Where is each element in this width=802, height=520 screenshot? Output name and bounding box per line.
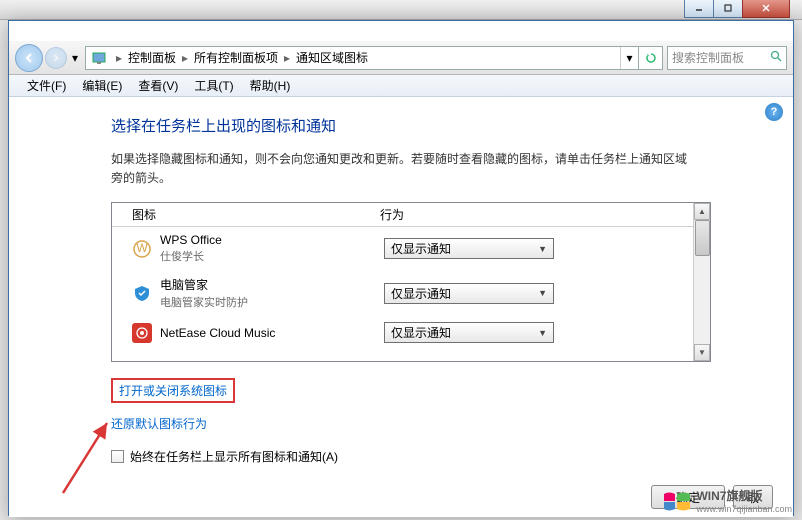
address-dropdown[interactable]: ▾	[620, 47, 638, 69]
menu-help[interactable]: 帮助(H)	[242, 75, 299, 96]
always-show-checkbox[interactable]	[111, 450, 124, 463]
app-name: 电脑管家	[160, 276, 384, 293]
behavior-select[interactable]: 仅显示通知▼	[384, 322, 554, 343]
link-restore-defaults[interactable]: 还原默认图标行为	[111, 415, 207, 432]
behavior-select[interactable]: 仅显示通知▼	[384, 238, 554, 259]
back-button[interactable]	[15, 44, 43, 72]
table-row: W WPS Office 仕俊学长 仅显示通知▼	[112, 227, 710, 270]
vertical-scrollbar[interactable]: ▲ ▼	[693, 203, 710, 361]
breadcrumb[interactable]: 通知区域图标	[294, 47, 370, 69]
page-description: 如果选择隐藏图标和通知，则不会向您通知更改和更新。若要随时查看隐藏的图标，请单击…	[111, 150, 691, 188]
app-subtitle: 仕俊学长	[160, 248, 384, 264]
app-name: WPS Office	[160, 233, 384, 247]
scroll-thumb[interactable]	[695, 220, 710, 256]
svg-text:W: W	[136, 241, 148, 255]
chevron-down-icon: ▼	[538, 244, 547, 254]
menu-edit[interactable]: 编辑(E)	[74, 75, 130, 96]
table-row: 电脑管家 电脑管家实时防护 仅显示通知▼	[112, 270, 710, 316]
refresh-button[interactable]	[638, 47, 662, 69]
chevron-down-icon: ▼	[538, 328, 547, 338]
search-icon	[770, 50, 782, 65]
address-bar[interactable]: ▸ 控制面板 ▸ 所有控制面板项 ▸ 通知区域图标 ▾	[85, 46, 663, 70]
checkbox-label: 始终在任务栏上显示所有图标和通知(A)	[130, 448, 338, 465]
page-title: 选择在任务栏上出现的图标和通知	[111, 115, 765, 136]
behavior-select[interactable]: 仅显示通知▼	[384, 283, 554, 304]
table-row: NetEase Cloud Music 仅显示通知▼	[112, 316, 710, 349]
column-header-behavior: 行为	[372, 206, 710, 223]
menu-tools[interactable]: 工具(T)	[186, 75, 241, 96]
scroll-up-arrow[interactable]: ▲	[694, 203, 710, 220]
icon-behavior-table: 图标 行为 W WPS Office 仕俊学长 仅显示通知▼ 电脑管家 电脑管家…	[111, 202, 711, 362]
always-show-checkbox-row: 始终在任务栏上显示所有图标和通知(A)	[111, 448, 765, 465]
watermark: WIN7旗舰版 www.win7qijianban.com	[662, 487, 792, 514]
search-placeholder: 搜索控制面板	[672, 49, 744, 66]
forward-button[interactable]	[45, 47, 67, 69]
search-input[interactable]: 搜索控制面板	[667, 46, 787, 70]
navigation-bar: ▾ ▸ 控制面板 ▸ 所有控制面板项 ▸ 通知区域图标 ▾ 搜索控制面板	[9, 41, 793, 75]
history-dropdown[interactable]: ▾	[69, 47, 81, 69]
app-subtitle: 电脑管家实时防护	[160, 294, 384, 310]
chevron-right-icon: ▸	[280, 51, 294, 65]
scroll-down-arrow[interactable]: ▼	[694, 344, 710, 361]
close-button[interactable]	[742, 0, 790, 18]
chevron-right-icon: ▸	[112, 51, 126, 65]
breadcrumb[interactable]: 所有控制面板项	[192, 47, 280, 69]
control-panel-window: ▾ ▸ 控制面板 ▸ 所有控制面板项 ▸ 通知区域图标 ▾ 搜索控制面板 文件(…	[8, 20, 794, 516]
maximize-button[interactable]	[713, 0, 743, 18]
menu-file[interactable]: 文件(F)	[19, 75, 74, 96]
link-system-icons[interactable]: 打开或关闭系统图标	[111, 378, 235, 403]
column-header-icon: 图标	[112, 206, 372, 223]
windows-logo-icon	[662, 488, 692, 514]
control-panel-icon	[90, 49, 108, 67]
app-name: NetEase Cloud Music	[160, 326, 384, 340]
chevron-right-icon: ▸	[178, 51, 192, 65]
menu-bar: 文件(F) 编辑(E) 查看(V) 工具(T) 帮助(H)	[9, 75, 793, 97]
content-area: ? 选择在任务栏上出现的图标和通知 如果选择隐藏图标和通知，则不会向您通知更改和…	[9, 97, 793, 517]
netease-icon	[132, 323, 152, 343]
breadcrumb[interactable]: 控制面板	[126, 47, 178, 69]
minimize-button[interactable]	[684, 0, 714, 18]
pcmanager-icon	[132, 283, 152, 303]
wps-icon: W	[132, 239, 152, 259]
chevron-down-icon: ▼	[538, 288, 547, 298]
help-icon[interactable]: ?	[765, 103, 783, 121]
menu-view[interactable]: 查看(V)	[130, 75, 186, 96]
